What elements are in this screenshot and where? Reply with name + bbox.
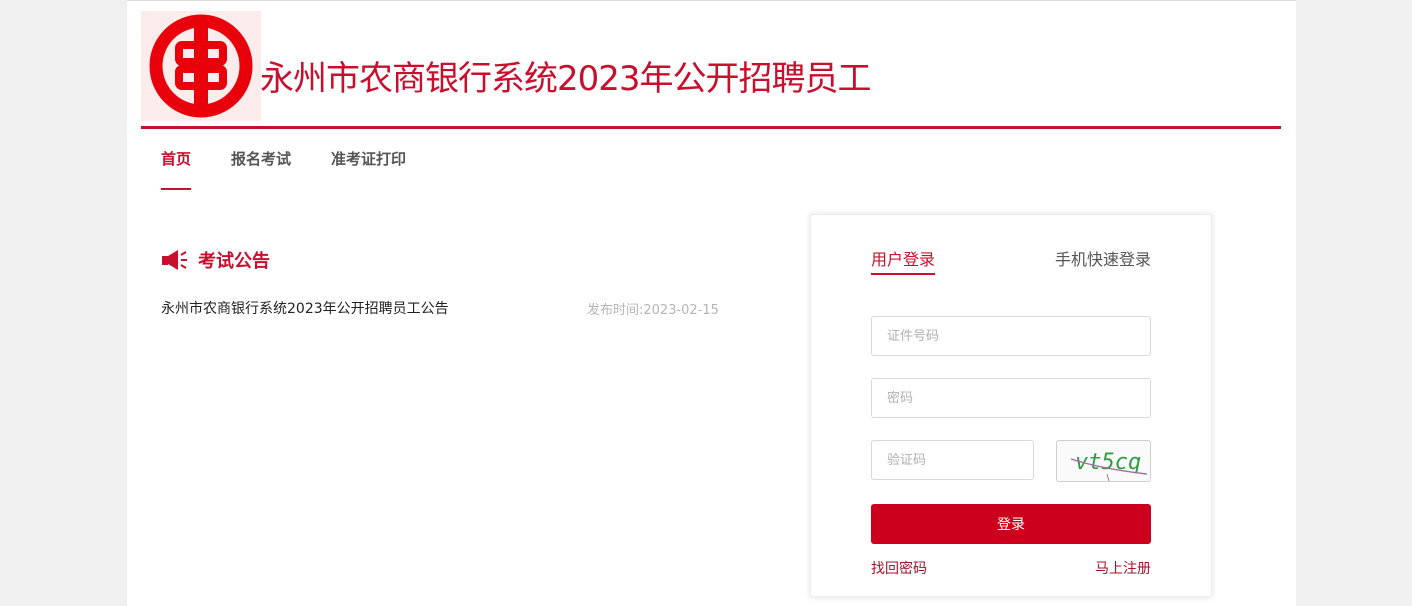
bank-coin-logo-icon [149,14,253,118]
notice-link[interactable]: 永州市农商银行系统2023年公开招聘员工公告 [161,298,449,318]
notice-header: 考试公告 [161,247,270,273]
nav-item-exam-registration[interactable]: 报名考试 [231,148,291,190]
nav-item-home[interactable]: 首页 [161,148,192,190]
page-container: 永州市农商银行系统2023年公开招聘员工 首页 报名考试 准考证打印 考试公告 … [127,0,1296,606]
id-number-input[interactable] [871,316,1151,356]
login-panel: 用户登录 手机快速登录 vt5cq 登录 找回密码 马上注册 [810,214,1212,597]
notice-list-item: 永州市农商银行系统2023年公开招聘员工公告 发布时间:2023-02-15 [161,298,721,320]
nav-item-admission-ticket-print[interactable]: 准考证打印 [331,148,406,190]
tab-phone-quick-login[interactable]: 手机快速登录 [1055,247,1151,273]
register-link[interactable]: 马上注册 [1095,558,1151,578]
password-input[interactable] [871,378,1151,418]
bank-logo [141,11,261,121]
captcha-input[interactable] [871,440,1034,480]
captcha-image[interactable]: vt5cq [1056,440,1151,482]
site-title: 永州市农商银行系统2023年公开招聘员工 [260,59,872,99]
notice-section-title: 考试公告 [198,251,270,272]
megaphone-icon [162,250,187,270]
captcha-graphic: vt5cq [1070,450,1148,481]
login-submit-button[interactable]: 登录 [871,504,1151,544]
forgot-password-link[interactable]: 找回密码 [871,558,927,578]
main-nav: 首页 报名考试 准考证打印 [161,148,446,190]
tab-user-login[interactable]: 用户登录 [871,247,936,275]
notice-publish-date: 发布时间:2023-02-15 [587,303,719,318]
header-divider [141,126,1281,129]
